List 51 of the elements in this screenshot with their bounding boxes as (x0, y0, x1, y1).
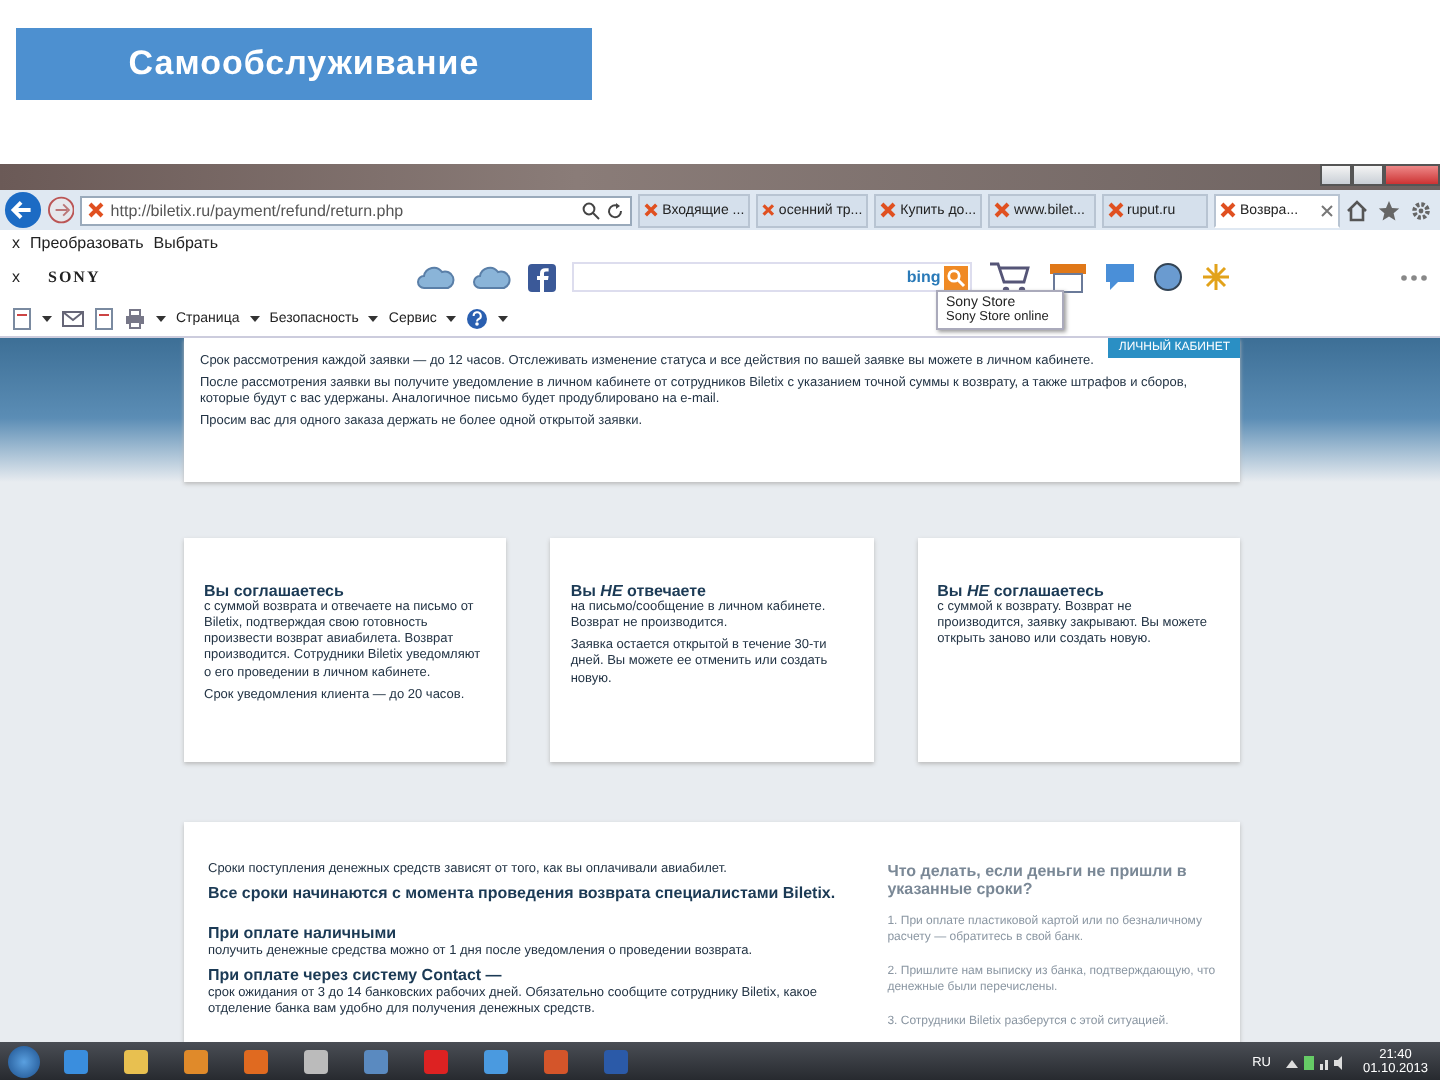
search-field[interactable]: bing (572, 262, 973, 292)
caret-icon[interactable] (498, 315, 509, 321)
tab-favicon-icon (880, 202, 897, 218)
cloud-icon[interactable] (416, 261, 457, 293)
url-text: http://biletix.ru/payment/refund/return.php (110, 201, 406, 219)
caret-icon[interactable] (368, 315, 379, 321)
card-title: Вы НЕ соглашаетесь (937, 582, 1106, 600)
refresh-icon[interactable] (606, 201, 625, 219)
start-button[interactable] (8, 1046, 40, 1078)
close-tab-icon[interactable] (1319, 203, 1334, 217)
favorites-item[interactable]: Выбрать (153, 233, 219, 251)
search-engine-logo: bing (906, 268, 941, 286)
chat-bubble-icon[interactable] (1104, 262, 1137, 292)
more-icon[interactable] (1400, 273, 1428, 281)
page-icon (12, 307, 32, 329)
caret-icon[interactable] (249, 315, 260, 321)
search-button-icon[interactable] (944, 265, 969, 289)
tab-favicon-icon (1107, 202, 1124, 218)
f-square-icon[interactable] (528, 263, 557, 291)
address-bar[interactable]: http://biletix.ru/payment/refund/return.php (80, 195, 633, 225)
tab-favicon-icon (644, 202, 659, 218)
mail-icon[interactable] (62, 307, 84, 329)
caret-icon[interactable] (42, 315, 52, 321)
home-icon[interactable] (1346, 199, 1368, 221)
printer-icon[interactable] (124, 307, 146, 329)
card-title: Вы НЕ отвечаете (570, 582, 708, 600)
tray-icons[interactable] (1286, 1053, 1347, 1071)
close-toolbar-button[interactable]: x (12, 233, 20, 251)
cloud-icon[interactable] (472, 261, 513, 293)
caret-icon[interactable] (446, 315, 457, 321)
lead-text: Все сроки начинаются с момента проведения возврата специалистами Biletix. (208, 884, 838, 905)
tab-favicon-icon (762, 202, 775, 218)
favorites-star-icon[interactable] (1378, 199, 1400, 221)
toolbar-logo: SONY (48, 268, 101, 286)
close-window-button[interactable] (1384, 164, 1440, 186)
tab-favicon-icon (88, 202, 105, 218)
section-heading: При оплате наличными (208, 924, 399, 945)
card-title: Вы соглашаетесь (204, 582, 346, 600)
help-icon[interactable] (466, 307, 489, 329)
help-heading: Что делать, если деньги не пришли в указанные сроки? (887, 862, 1189, 898)
search-icon[interactable] (582, 201, 601, 219)
close-toolbar-button[interactable]: x (12, 268, 20, 286)
caret-icon[interactable] (156, 315, 166, 321)
slide-title: Самообслуживание (16, 28, 592, 100)
tab-favicon-icon (1220, 202, 1236, 218)
section-heading: При оплате через систему Contact — (208, 966, 504, 986)
tab-favicon-icon (994, 202, 1011, 218)
minimize-button[interactable] (1320, 164, 1352, 186)
favorites-item[interactable]: Преобразовать (30, 233, 144, 251)
settings-icon[interactable] (1410, 199, 1432, 221)
maximize-button[interactable] (1352, 164, 1384, 186)
